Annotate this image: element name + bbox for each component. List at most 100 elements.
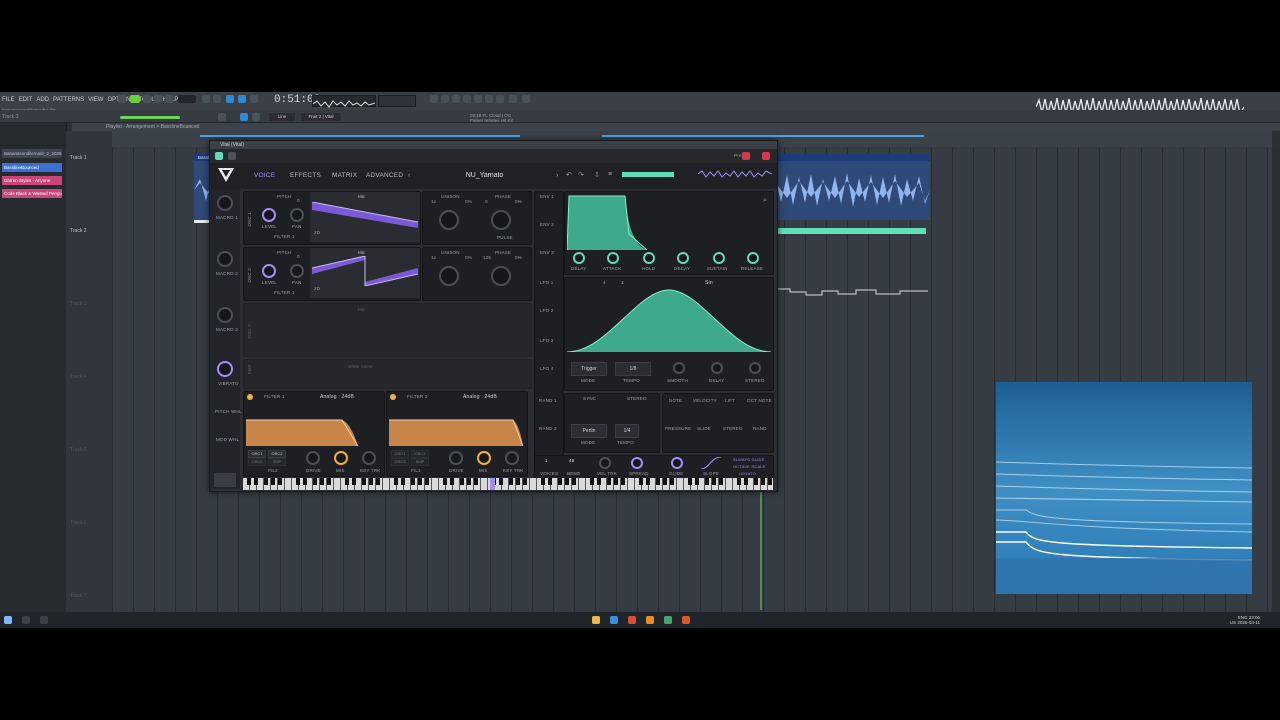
snap-select[interactable]: Line [268,112,296,122]
envelope-graph[interactable]: ⌕ [567,194,771,250]
mod-lift[interactable]: LIFT [725,398,735,403]
track-header-1[interactable]: Track 1 [70,155,86,161]
macro-3-knob[interactable] [217,307,233,323]
plugin-db-icon[interactable] [485,95,493,103]
tab-matrix[interactable]: MATRIX [332,172,357,179]
osc-1-unison-voices[interactable]: 1v [431,199,436,204]
save-icon[interactable]: ⇩ [594,171,600,179]
octave-scale-toggle[interactable]: OCTAVE SCALE [733,464,765,469]
filter-1-drive-knob[interactable] [306,451,320,465]
osc-1-route[interactable]: FILTER 1 [274,234,295,239]
env-delay-knob[interactable] [573,252,585,264]
piano-roll-icon[interactable] [452,95,460,103]
vel-trk-knob[interactable] [599,457,611,469]
track-header-4[interactable]: Track 4 [70,374,86,380]
spread-knob[interactable] [631,457,643,469]
slope-display[interactable] [701,457,721,469]
random-2-tab[interactable]: RAND 2 [539,426,557,431]
undo-icon[interactable]: ↶ [566,171,572,179]
env-3-tab[interactable]: ENV 3 [540,250,554,255]
lfo-4-tab[interactable]: LFO 4 [540,366,554,371]
filter-1-osc1-toggle[interactable]: OSC1 [248,450,266,458]
menu-patterns[interactable]: PATTERNS [53,97,84,103]
filter-2-osc1-toggle[interactable]: OSC1 [391,450,409,458]
redo-icon[interactable]: ↷ [578,171,584,179]
clip-source-bassline[interactable]: BasslineBounced [2,163,62,172]
plugin-link-icon[interactable] [228,152,236,160]
mod-note[interactable]: NOTE [669,398,682,403]
paint-tool-icon[interactable] [252,113,260,121]
filter-1-osc3-toggle[interactable]: OSC3 [248,458,266,466]
loop-marker-2[interactable] [602,135,924,137]
filter-2-keytrk-knob[interactable] [505,451,519,465]
osc-1-phase-knob[interactable] [491,210,511,230]
clip-source-codeblack[interactable]: Code Black & Wasted Penguinz [2,189,62,198]
sample-label[interactable]: SMP [247,364,252,374]
osc-2-unison-knob[interactable] [439,266,459,286]
env-decay-knob[interactable] [677,252,689,264]
osc-2-phase-knob[interactable] [491,266,511,286]
filter-1-response[interactable] [246,404,380,446]
minimize-icon[interactable] [1254,95,1260,103]
menu-add[interactable]: ADD [36,97,49,103]
filter-2-type[interactable]: Analog : 24dB [463,394,497,400]
lfo-shape-name[interactable]: Sin [705,280,713,286]
filter-1-type[interactable]: Analog : 24dB [320,394,354,400]
env-release-knob[interactable] [747,252,759,264]
track-header-7[interactable]: Track 7 [70,593,86,599]
plugin-output-icon[interactable] [742,152,750,160]
plugin-output-2-icon[interactable] [762,152,770,160]
mod-pressure[interactable]: PRESSURE [665,426,691,431]
volume-meter[interactable] [622,172,674,177]
env-1-tab[interactable]: ENV 1 [540,194,554,199]
tempo-display[interactable] [178,95,196,103]
lfo-1-tab[interactable]: LFO 1 [540,280,554,285]
lfo-2-tab[interactable]: LFO 2 [540,308,554,313]
wait-button[interactable] [213,95,221,103]
filter-2-osc3-toggle[interactable]: OSC3 [391,458,409,466]
lfo-grid-x[interactable]: 4 [603,280,606,285]
filter-1-fil-route[interactable]: FIL2 [268,468,278,473]
loop-record-button[interactable] [238,95,246,103]
always-glide-toggle[interactable]: ALWAYS GLIDE [733,457,764,462]
fl-studio-taskbar-icon[interactable] [646,616,654,624]
filter-2-smp-toggle[interactable]: SMP [411,458,429,466]
bend-value[interactable]: 48 [569,458,574,463]
osc-2-wavetable[interactable]: Init 2D [310,248,420,298]
preset-next-icon[interactable]: › [556,172,559,179]
project-picker-icon[interactable] [496,95,504,103]
clip-source-darren[interactable]: Darren Styles - Anyone [2,176,62,185]
mod-velocity[interactable]: VELOCITY [693,398,717,403]
osc-2-phase-pct[interactable]: 0% [515,255,522,260]
filter-2-fil-route[interactable]: FIL1 [411,468,421,473]
browser-icon[interactable] [474,95,482,103]
explorer-icon[interactable] [592,616,600,624]
osc-2-pan-knob[interactable] [290,264,304,278]
playlist-scrollbar[interactable] [1272,147,1280,628]
app-icon[interactable] [682,616,690,624]
filter-2-osc2-toggle[interactable]: OSC2 [411,450,429,458]
online-icon[interactable] [509,95,517,103]
step-edit-button[interactable] [250,95,258,103]
security-icon[interactable] [664,616,672,624]
osc-1-phase-value[interactable]: 0 [485,199,488,204]
menu-edit[interactable]: EDIT [19,97,33,103]
sample-name[interactable]: white noise [348,364,373,369]
osc-1-pan-knob[interactable] [290,208,304,222]
pattern-song-toggle[interactable] [118,95,126,103]
track-header-5[interactable]: Track 5 [70,447,86,453]
download-icon[interactable] [522,95,530,103]
macro-1-knob[interactable] [217,195,233,211]
osc-2-unison-detune[interactable]: 0% [465,255,472,260]
osc-2-route[interactable]: FILTER 1 [274,290,295,295]
tab-effects[interactable]: EFFECTS [290,172,321,179]
track-header-2[interactable]: Track 2 [70,228,86,234]
vibrato-knob[interactable] [217,361,233,377]
osc-1-unison-detune[interactable]: 0% [465,199,472,204]
start-icon[interactable] [4,616,12,624]
mod-slide[interactable]: SLIDE [697,426,711,431]
tab-advanced[interactable]: ADVANCED [366,172,403,179]
osc-2-label[interactable]: OSC 2 [247,268,252,283]
random-sync[interactable]: SYNC [583,396,596,401]
osc-1-wavetable[interactable]: Init 2D [310,192,420,242]
